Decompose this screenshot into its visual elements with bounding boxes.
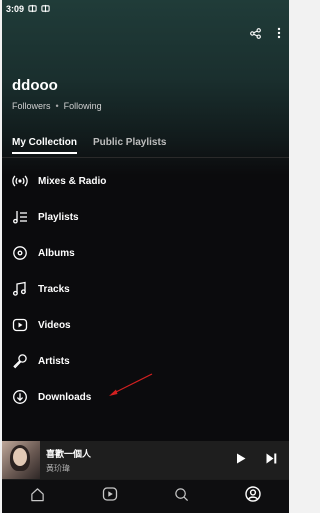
menu-item-albums[interactable]: Albums: [2, 235, 289, 271]
menu-item-label: Artists: [38, 355, 70, 367]
annotation-arrow: [109, 373, 153, 396]
skip-next-button[interactable]: [266, 451, 277, 469]
album-art-face: [13, 448, 27, 466]
profile-icon: [245, 486, 261, 507]
menu-item-label: Albums: [38, 247, 75, 259]
app-notification-icon: [28, 4, 37, 15]
nav-profile[interactable]: [233, 486, 273, 507]
tab-public-playlists[interactable]: Public Playlists: [93, 137, 166, 154]
tab-my-collection[interactable]: My Collection: [12, 137, 78, 154]
album-icon: [12, 245, 28, 261]
menu-item-mixes-radio[interactable]: Mixes & Radio: [2, 163, 289, 199]
radio-icon: [12, 173, 28, 189]
followers-link[interactable]: Followers: [12, 101, 51, 111]
share-icon[interactable]: [250, 27, 261, 39]
play-circle-icon: [102, 486, 118, 507]
track-artist: 黃玠瑋: [46, 463, 70, 473]
video-icon: [12, 317, 28, 333]
play-button[interactable]: [236, 451, 246, 469]
mini-player[interactable]: 喜歡一個人 黃玠瑋: [2, 441, 289, 479]
status-bar: 3:09: [2, 0, 289, 18]
nav-search[interactable]: [161, 487, 201, 507]
microphone-icon: [12, 353, 28, 369]
more-options-icon[interactable]: [277, 27, 281, 39]
track-info[interactable]: 喜歡一個人 黃玠瑋: [46, 447, 236, 474]
menu-item-label: Videos: [38, 319, 71, 331]
menu-item-playlists[interactable]: Playlists: [2, 199, 289, 235]
separator-dot: •: [55, 101, 59, 111]
app-notification-icon: [41, 4, 50, 15]
profile-name: ddooo: [12, 77, 58, 94]
follow-stats: Followers • Following: [12, 101, 102, 111]
menu-item-label: Mixes & Radio: [38, 175, 107, 187]
home-icon: [30, 487, 45, 507]
menu-item-tracks[interactable]: Tracks: [2, 271, 289, 307]
status-time: 3:09: [6, 4, 25, 14]
collection-tabs: My Collection Public Playlists: [12, 137, 166, 154]
nav-home[interactable]: [18, 487, 58, 507]
album-art[interactable]: [2, 441, 40, 479]
menu-item-label: Playlists: [38, 211, 79, 223]
app-frame: 3:09 ddooo Followers • Following My Coll: [2, 0, 289, 513]
download-icon: [12, 389, 28, 405]
tabs-divider: [2, 157, 289, 158]
menu-item-videos[interactable]: Videos: [2, 307, 289, 343]
menu-item-label: Downloads: [38, 391, 92, 403]
header-actions: [250, 27, 281, 39]
search-icon: [174, 487, 189, 507]
nav-videos[interactable]: [90, 486, 130, 507]
playlist-icon: [12, 209, 28, 225]
menu-item-label: Tracks: [38, 283, 70, 295]
player-controls: [236, 451, 277, 469]
bottom-navigation: [2, 479, 289, 513]
track-title: 喜歡一個人: [46, 448, 92, 459]
following-link[interactable]: Following: [64, 101, 102, 111]
music-note-icon: [12, 281, 28, 297]
